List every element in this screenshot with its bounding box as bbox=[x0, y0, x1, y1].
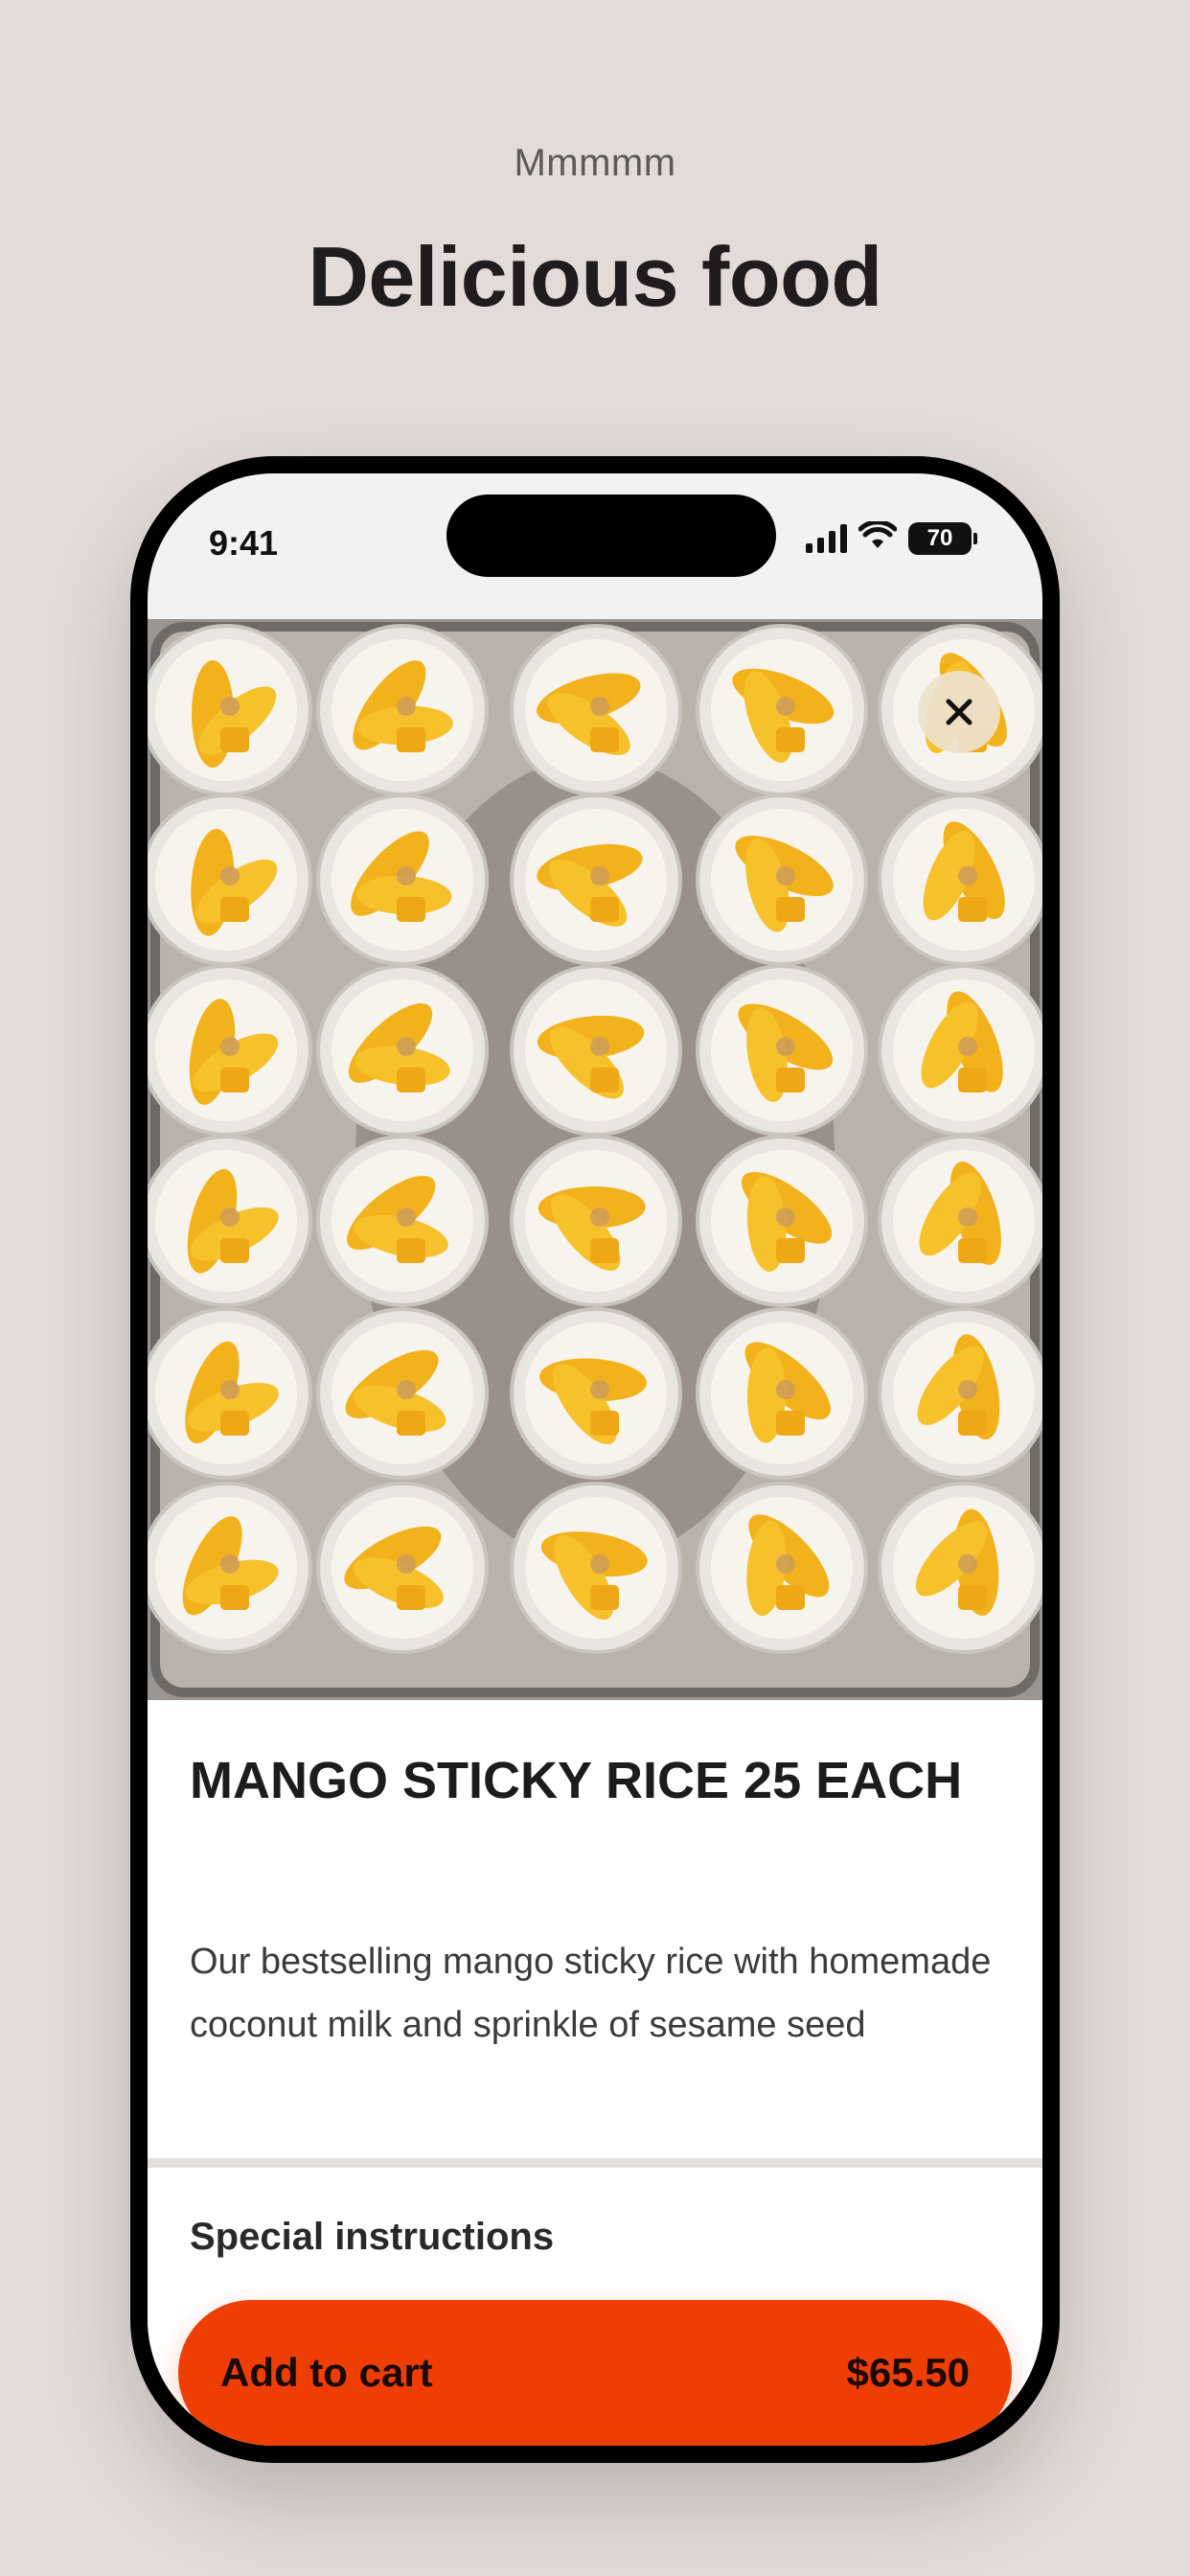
status-time: 9:41 bbox=[209, 523, 279, 563]
special-instructions-label: Special instructions bbox=[190, 2216, 555, 2258]
cart-price: $65.50 bbox=[846, 2350, 970, 2395]
item-photo bbox=[148, 619, 1042, 1700]
page-headline: Delicious food bbox=[308, 229, 882, 324]
battery-icon: 70 bbox=[908, 521, 977, 555]
item-description: Our bestselling mango sticky rice with h… bbox=[190, 1942, 992, 2045]
dynamic-island bbox=[446, 494, 776, 577]
close-icon bbox=[944, 697, 974, 727]
close-button[interactable] bbox=[918, 671, 1000, 753]
wifi-icon bbox=[858, 519, 898, 555]
item-title: MANGO STICKY RICE 25 EACH bbox=[190, 1752, 963, 1809]
add-to-cart-label: Add to cart bbox=[220, 2350, 433, 2395]
cellular-signal-icon bbox=[806, 523, 847, 553]
battery-level: 70 bbox=[908, 521, 972, 555]
status-icons: 70 bbox=[806, 519, 977, 555]
add-to-cart-button[interactable]: Add to cart $65.50 bbox=[178, 2300, 1012, 2446]
section-divider bbox=[148, 2158, 1042, 2168]
phone-screen: 9:41 70 MANGO STICKY RICE 25 EACH Our be… bbox=[148, 473, 1042, 2446]
eyebrow-text: Mmmmm bbox=[514, 142, 676, 184]
phone-frame: 9:41 70 MANGO STICKY RICE 25 EACH Our be… bbox=[130, 456, 1060, 2463]
item-sheet: MANGO STICKY RICE 25 EACH Our bestsellin… bbox=[148, 619, 1042, 2446]
